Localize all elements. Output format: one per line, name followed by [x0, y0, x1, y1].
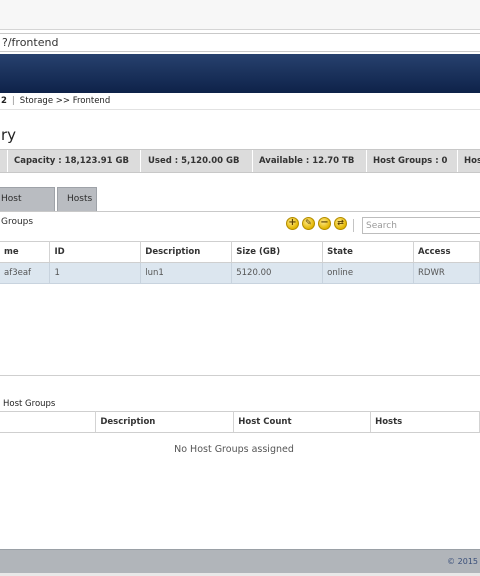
tab-bar-border: [0, 211, 480, 212]
summary-host-groups: Host Groups : 0: [373, 156, 448, 166]
address-text: ?/frontend: [2, 36, 59, 49]
edit-icon[interactable]: ✎: [302, 217, 315, 230]
column-header-name[interactable]: [0, 411, 97, 433]
summary-bar: Capacity : 18,123.91 GB Used : 5,120.00 …: [0, 149, 480, 173]
app-header-banner: [0, 54, 480, 93]
column-header-host-count[interactable]: Host Count: [233, 411, 372, 433]
summary-capacity: Capacity : 18,123.91 GB: [14, 156, 129, 166]
lun-table: me ID Description Size (GB) State Access…: [0, 241, 480, 284]
cell-state: online: [322, 262, 414, 284]
summary-hosts: Hos: [464, 156, 480, 166]
cell-size: 5120.00: [231, 262, 324, 284]
column-header-description[interactable]: Description: [95, 411, 235, 433]
cell-access: RDWR: [413, 262, 480, 284]
breadcrumb: 2 | Storage >> Frontend: [0, 93, 480, 110]
cell-description: lun1: [140, 262, 233, 284]
host-groups-table: Description Host Count Hosts: [0, 411, 480, 433]
map-icon[interactable]: ⇄: [334, 217, 347, 230]
remove-icon[interactable]: −: [318, 217, 331, 230]
copyright-text: © 2015: [447, 557, 478, 566]
table-header-row: me ID Description Size (GB) State Access: [0, 241, 480, 263]
cell-name: af3eaf: [0, 262, 51, 284]
summary-used: Used : 5,120.00 GB: [148, 156, 240, 166]
toolbar-separator: [353, 219, 354, 232]
column-header-description[interactable]: Description: [140, 241, 233, 263]
table-header-row: Description Host Count Hosts: [0, 411, 480, 433]
tab-host-groups[interactable]: Host Groups: [0, 187, 55, 227]
summary-divider: [7, 150, 8, 172]
table-row[interactable]: af3eaf 1 lun1 5120.00 online RDWR: [0, 262, 480, 284]
column-header-name[interactable]: me: [0, 241, 51, 263]
breadcrumb-path[interactable]: Storage >> Frontend: [20, 96, 110, 106]
empty-state-message: No Host Groups assigned: [174, 444, 294, 455]
page-title: ry: [1, 126, 17, 144]
breadcrumb-prefix: 2: [1, 96, 7, 106]
host-groups-table-container: Description Host Count Hosts: [0, 411, 480, 433]
search-input[interactable]: [362, 217, 480, 234]
summary-divider: [457, 150, 458, 172]
column-header-state[interactable]: State: [322, 241, 414, 263]
summary-available: Available : 12.70 TB: [259, 156, 355, 166]
lun-table-container: me ID Description Size (GB) State Access…: [0, 241, 480, 284]
breadcrumb-separator: |: [11, 96, 15, 106]
column-header-access[interactable]: Access: [413, 241, 480, 263]
browser-toolbar: [0, 0, 480, 30]
add-icon[interactable]: +: [286, 217, 299, 230]
summary-divider: [140, 150, 141, 172]
column-header-hosts[interactable]: Hosts: [370, 411, 480, 433]
column-header-size[interactable]: Size (GB): [231, 241, 324, 263]
tab-hosts[interactable]: Hosts: [57, 187, 97, 211]
footer: © 2015: [0, 549, 480, 573]
column-header-id[interactable]: ID: [49, 241, 142, 263]
cell-id: 1: [49, 262, 142, 284]
panel-divider: [0, 375, 480, 376]
address-bar[interactable]: ?/frontend: [0, 33, 480, 52]
summary-divider: [252, 150, 253, 172]
summary-divider: [366, 150, 367, 172]
host-groups-title: Host Groups: [3, 399, 56, 409]
